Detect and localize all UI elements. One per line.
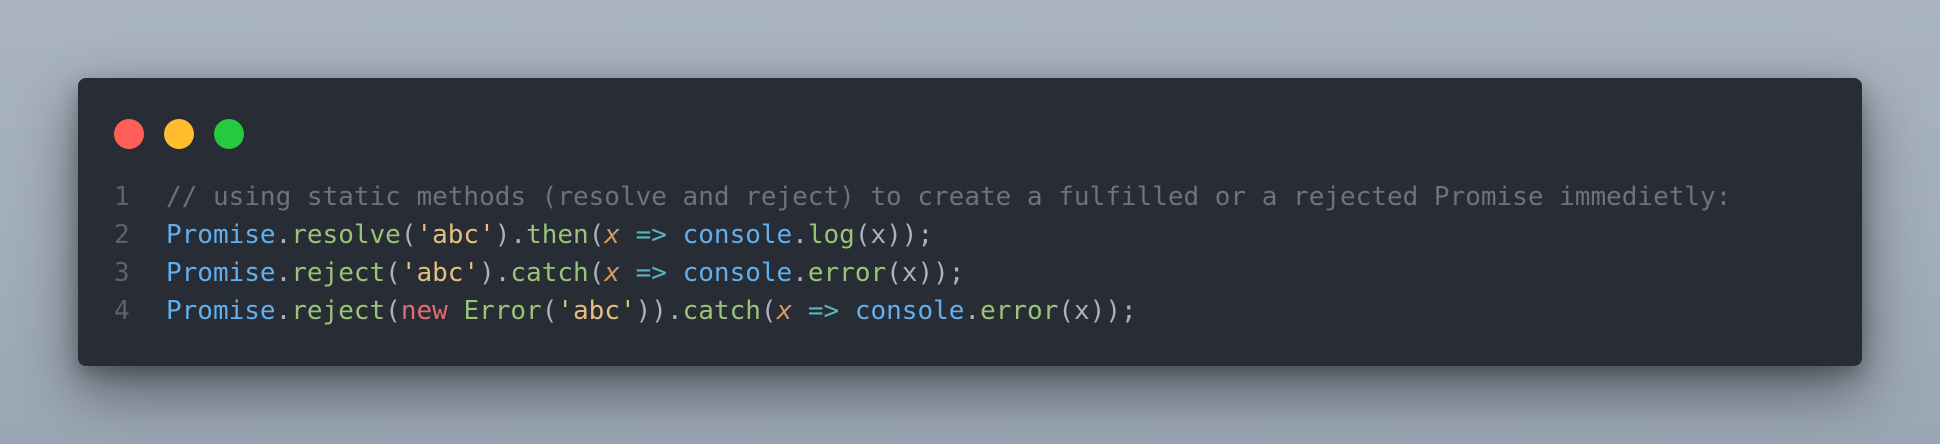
line-number: 1: [114, 182, 130, 212]
code-token-method: resolve: [291, 220, 401, 250]
code-token-param: x: [776, 296, 793, 326]
code-token-plain: ).: [494, 220, 527, 250]
code-token-method: catch: [682, 296, 761, 326]
code-token-plain: (: [588, 258, 605, 288]
code-token-method: log: [807, 220, 855, 250]
code-token-string: 'abc': [557, 296, 636, 326]
code-token-plain: (: [588, 220, 605, 250]
code-block: 1 // using static methods (resolve and r…: [114, 178, 1842, 330]
code-token-method: error: [980, 296, 1059, 326]
code-token-method: reject: [291, 296, 386, 326]
code-token-plain: .: [275, 296, 292, 326]
code-token-class: console: [682, 258, 793, 288]
code-token-plain: (: [541, 296, 558, 326]
code-token-plain: .: [792, 258, 808, 288]
code-token-comment: // using static methods (resolve and rej…: [166, 182, 1732, 212]
code-token-method: then: [526, 220, 589, 250]
code-token-op: =>: [807, 296, 840, 326]
code-token-string: 'abc': [400, 258, 480, 288]
code-token-op: =>: [635, 220, 667, 250]
code-token-method: reject: [291, 258, 386, 288]
code-token-class: Promise: [166, 220, 276, 250]
code-token-string: 'abc': [416, 220, 495, 250]
code-token-param: x: [604, 258, 620, 288]
code-line-content: Promise.reject(new Error('abc')).catch(x…: [166, 292, 1137, 330]
code-token-plain: .: [964, 296, 981, 326]
code-line-content: // using static methods (resolve and rej…: [166, 178, 1731, 216]
code-line: 2 Promise.resolve('abc').then(x => conso…: [114, 216, 1842, 254]
code-token-param: x: [604, 220, 620, 250]
code-token-class: Promise: [166, 258, 276, 288]
code-token-plain: (x));: [854, 220, 934, 250]
code-line-content: Promise.reject('abc').catch(x => console…: [166, 254, 964, 292]
code-token-plain: .: [275, 220, 292, 250]
line-number: 4: [114, 296, 130, 326]
code-line: 3 Promise.reject('abc').catch(x => conso…: [114, 254, 1842, 292]
code-token-plain: .: [275, 258, 292, 288]
window-controls: [114, 118, 264, 150]
code-window: 1 // using static methods (resolve and r…: [78, 78, 1862, 366]
code-token-plain: (x));: [1058, 296, 1137, 326]
close-dot-icon[interactable]: [114, 119, 144, 149]
code-token-method: catch: [510, 258, 589, 288]
code-token-plain: (: [400, 220, 417, 250]
line-number: 3: [114, 258, 130, 288]
code-token-class: console: [682, 220, 793, 250]
code-token-keyword: new: [400, 296, 448, 326]
code-token-plain: (: [760, 296, 777, 326]
code-token-plain: (: [385, 258, 401, 288]
line-number: 2: [114, 220, 130, 250]
code-line-content: Promise.resolve('abc').then(x => console…: [166, 216, 933, 254]
code-token-op: =>: [635, 258, 667, 288]
code-token-plain: )).: [635, 296, 683, 326]
code-token-class: console: [854, 296, 965, 326]
code-line: 1 // using static methods (resolve and r…: [114, 178, 1842, 216]
code-token-plain: ).: [479, 258, 511, 288]
code-token-plain: (: [385, 296, 401, 326]
code-line: 4 Promise.reject(new Error('abc')).catch…: [114, 292, 1842, 330]
code-token-plain: .: [792, 220, 808, 250]
zoom-dot-icon[interactable]: [214, 119, 244, 149]
code-token-method: error: [807, 258, 887, 288]
minimize-dot-icon[interactable]: [164, 119, 194, 149]
code-token-class: Promise: [166, 296, 276, 326]
code-token-method: Error: [463, 296, 542, 326]
code-token-plain: (x));: [886, 258, 965, 288]
